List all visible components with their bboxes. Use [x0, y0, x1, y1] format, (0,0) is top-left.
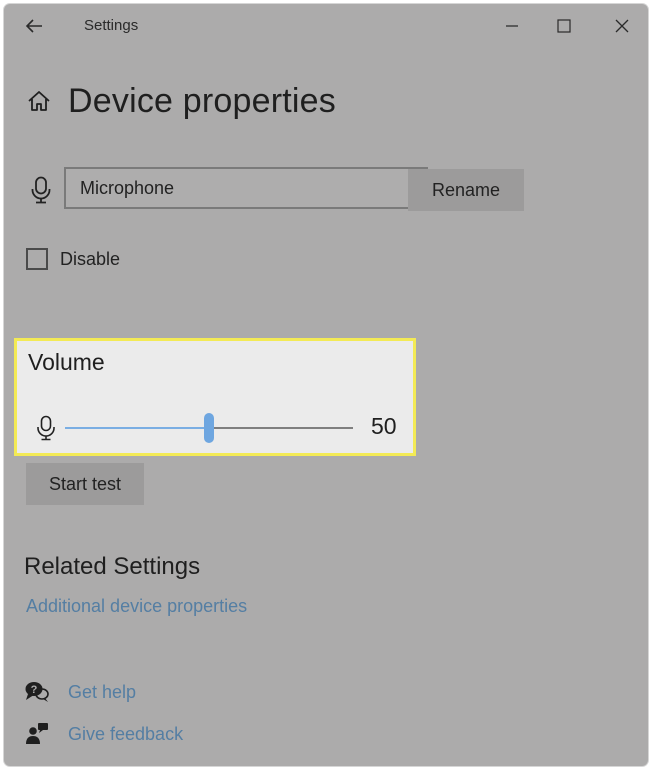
volume-section: Volume 50 [14, 338, 416, 456]
page-header: Device properties [26, 78, 336, 124]
feedback-person-icon [24, 722, 50, 746]
microphone-icon [36, 415, 56, 441]
help-chat-icon: ? [24, 680, 50, 704]
additional-device-properties-link[interactable]: Additional device properties [26, 596, 247, 617]
related-settings-heading: Related Settings [24, 553, 201, 580]
home-icon[interactable] [26, 87, 54, 115]
minimize-icon [506, 25, 518, 27]
device-name-input[interactable] [64, 167, 428, 209]
slider-fill [65, 427, 209, 429]
page-title: Device properties [68, 81, 336, 120]
maximize-button[interactable] [544, 12, 584, 40]
start-test-button[interactable]: Start test [26, 463, 144, 505]
volume-slider[interactable] [65, 413, 353, 443]
volume-value: 50 [371, 413, 397, 439]
back-button[interactable] [22, 15, 46, 37]
slider-thumb[interactable] [204, 413, 214, 443]
close-button[interactable] [602, 12, 642, 40]
give-feedback-link[interactable]: Give feedback [24, 722, 183, 746]
get-help-label: Get help [68, 681, 137, 702]
window-title: Settings [84, 17, 139, 34]
volume-label: Volume [28, 349, 105, 375]
disable-label: Disable [60, 248, 121, 269]
disable-checkbox[interactable] [26, 248, 48, 270]
rename-button[interactable]: Rename [408, 169, 524, 211]
microphone-icon [30, 176, 52, 204]
disable-checkbox-row[interactable]: Disable [26, 248, 120, 270]
get-help-link[interactable]: ? Get help [24, 680, 136, 704]
maximize-icon [557, 19, 571, 33]
give-feedback-label: Give feedback [68, 723, 184, 744]
close-icon [615, 19, 629, 33]
title-bar: Settings [4, 4, 648, 48]
back-arrow-icon [25, 19, 42, 33]
minimize-button[interactable] [492, 12, 532, 40]
settings-window: Settings Device properties Microphone Re… [4, 4, 648, 766]
